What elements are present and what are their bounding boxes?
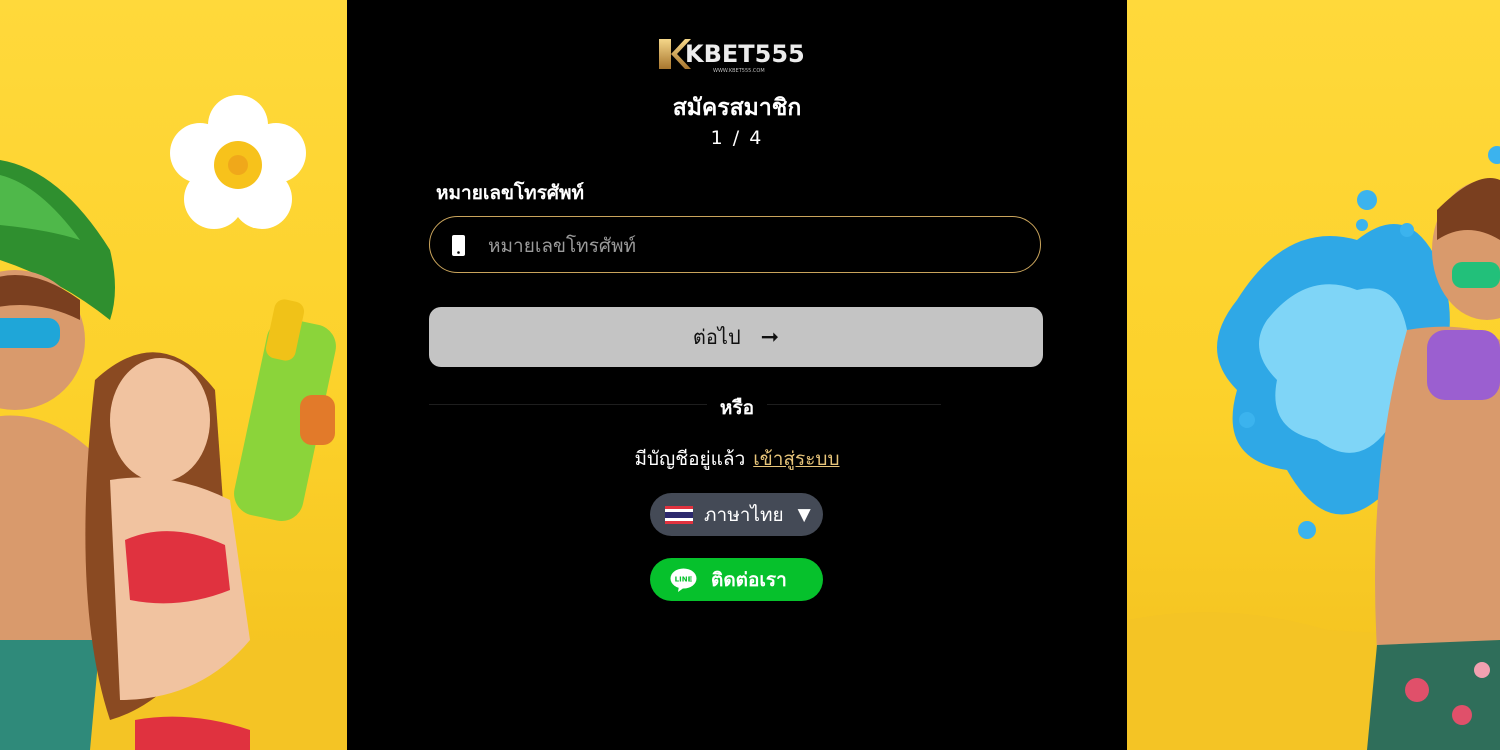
- kbet555-logo-icon: KBET555 WWW.KBET555.COM: [659, 39, 805, 74]
- flower-icon: [170, 95, 306, 229]
- or-separator-text: หรือ: [707, 393, 767, 423]
- login-prompt: มีบัญชีอยู่แล้ว เข้าสู่ระบบ: [347, 444, 1127, 474]
- svg-text:KBET555: KBET555: [685, 40, 805, 68]
- phone-input[interactable]: [486, 225, 1020, 267]
- arrow-right-icon: ➞: [760, 324, 780, 350]
- svg-text:LINE: LINE: [675, 575, 693, 583]
- mobile-phone-icon: [452, 235, 465, 256]
- login-link[interactable]: เข้าสู่ระบบ: [753, 448, 839, 470]
- next-button-label: ต่อไป: [692, 325, 741, 349]
- contact-us-button[interactable]: LINE ติดต่อเรา: [650, 558, 823, 601]
- contact-us-label: ติดต่อเรา: [711, 568, 787, 591]
- page-title: สมัครสมาชิก: [672, 95, 802, 121]
- register-panel: KBET555 WWW.KBET555.COM สมัครสมาชิก 1 / …: [347, 0, 1127, 750]
- next-button[interactable]: ต่อไป ➞: [429, 307, 1043, 367]
- step-indicator: 1 / 4: [710, 127, 764, 149]
- phone-field-label: หมายเลขโทรศัพท์: [436, 182, 585, 204]
- phone-field[interactable]: [429, 216, 1041, 273]
- svg-text:WWW.KBET555.COM: WWW.KBET555.COM: [713, 68, 765, 74]
- language-select[interactable]: ภาษาไทย ▼: [650, 493, 823, 536]
- left-artwork-illustration: [0, 95, 347, 750]
- right-artwork-illustration: [1127, 146, 1500, 750]
- line-app-icon: LINE: [670, 568, 697, 592]
- page: KBET555 WWW.KBET555.COM สมัครสมาชิก 1 / …: [0, 0, 1500, 750]
- caret-down-icon: ▼: [797, 504, 811, 525]
- divider: [429, 404, 941, 405]
- have-account-text: มีบัญชีอยู่แล้ว: [634, 448, 746, 470]
- language-select-value: ภาษาไทย: [704, 503, 784, 526]
- left-promo-artwork: [0, 0, 347, 750]
- brand-logo[interactable]: KBET555 WWW.KBET555.COM: [657, 34, 817, 74]
- thai-flag-icon: [665, 505, 693, 524]
- right-promo-artwork: [1127, 0, 1500, 750]
